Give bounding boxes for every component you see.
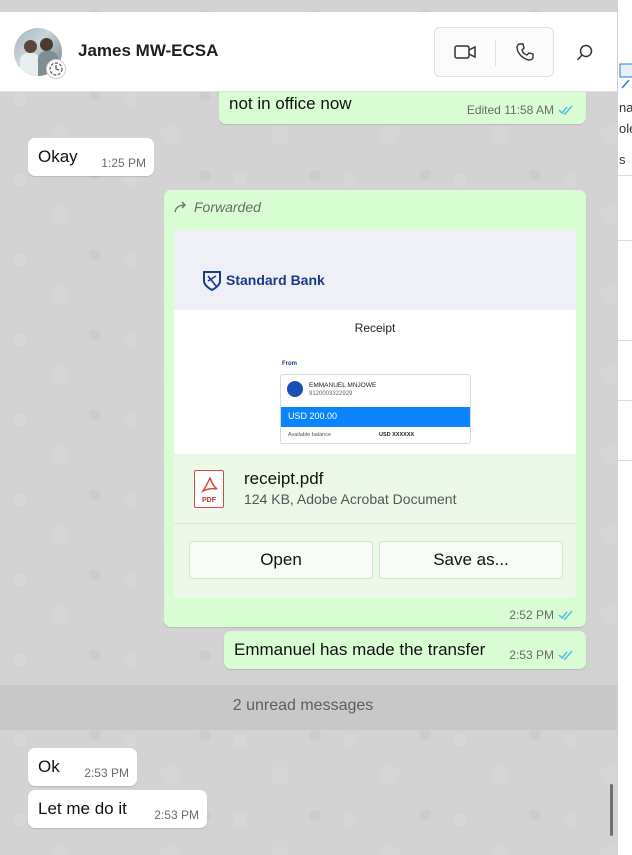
message-incoming[interactable]: Let me do it 2:53 PM [28, 790, 207, 828]
message-time: Edited 11:58 AM [466, 103, 554, 117]
grid-line [618, 460, 632, 461]
grid-line [618, 400, 632, 401]
avatar-person-head [40, 38, 53, 51]
message-text: not in office now [229, 94, 352, 113]
message-incoming[interactable]: Okay 1:25 PM [28, 138, 154, 176]
preview-header-band [174, 230, 576, 310]
message-text: Emmanuel has made the transfer [234, 640, 486, 659]
from-label: From [282, 361, 297, 367]
search-icon [576, 44, 593, 61]
message-time: 2:53 PM [509, 648, 554, 662]
pdf-label: PDF [202, 497, 216, 504]
adjacent-window-edge: na ole s [617, 0, 632, 855]
amount: USD 200.00 [288, 411, 338, 421]
message-time: 2:53 PM [154, 808, 199, 822]
double-check-icon [558, 105, 573, 115]
receipt-account-box: EMMANUEL MNJOWE 9120003322929 USD 200.00… [280, 374, 471, 444]
pdf-file-icon: PDF [194, 470, 224, 508]
forwarded-label: Forwarded [174, 199, 261, 215]
avatar-person-head [24, 40, 37, 53]
account-icon [287, 381, 303, 397]
phone-icon [516, 43, 534, 61]
message-text: Okay [38, 147, 78, 166]
grid-line [618, 240, 632, 241]
file-info-row[interactable]: PDF receipt.pdf 124 KB, Adobe Acrobat Do… [174, 454, 576, 524]
forward-arrow-icon [174, 201, 186, 213]
chat-header: James MW-ECSA [0, 12, 617, 92]
double-check-icon [558, 650, 573, 660]
document-preview[interactable]: Standard Bank Receipt From EMMANUEL MNJO… [174, 230, 576, 454]
file-name: receipt.pdf [244, 469, 324, 488]
save-as-button[interactable]: Save as... [379, 541, 563, 579]
available-balance-value: USD XXXXXX [379, 432, 415, 438]
scrollbar-thumb[interactable] [610, 784, 613, 836]
standard-bank-logo-icon [203, 271, 221, 292]
document-card[interactable]: Standard Bank Receipt From EMMANUEL MNJO… [174, 230, 576, 598]
adjacent-text: ole [619, 121, 632, 136]
unread-messages-label: 2 unread messages [232, 697, 374, 714]
forwarded-text: Forwarded [194, 199, 261, 215]
search-button[interactable] [568, 36, 602, 70]
grid-line [618, 175, 632, 176]
payer-name: EMMANUEL MNJOWE [309, 382, 377, 389]
adjacent-text: na [619, 100, 632, 115]
message-text: Ok [38, 757, 60, 776]
message-forwarded-document[interactable]: Forwarded Standard Bank Receipt From EMM… [164, 190, 586, 627]
receipt-title: Receipt [354, 321, 396, 335]
double-check-icon [558, 610, 573, 620]
message-incoming[interactable]: Ok 2:53 PM [28, 748, 137, 786]
available-balance-label: Available balance [288, 432, 332, 438]
disappearing-timer-icon [46, 59, 66, 79]
grid-line [618, 340, 632, 341]
message-meta: Edited 11:58 AM [467, 103, 574, 117]
video-call-button[interactable] [435, 28, 495, 76]
call-buttons-group [434, 27, 554, 77]
video-camera-icon [454, 45, 476, 59]
chat-pane: not in office now Edited 11:58 AM Okay 1… [0, 0, 617, 855]
open-button[interactable]: Open [189, 541, 373, 579]
message-text: Let me do it [38, 799, 127, 818]
message-outgoing[interactable]: Emmanuel has made the transfer 2:53 PM [224, 631, 586, 669]
file-details: 124 KB, Adobe Acrobat Document [244, 491, 457, 507]
contact-name[interactable]: James MW-ECSA [78, 41, 218, 61]
avatar-person-body [20, 53, 40, 76]
acrobat-icon [201, 477, 218, 493]
voice-call-button[interactable] [496, 28, 554, 76]
message-time: 1:25 PM [101, 156, 146, 170]
adjacent-text: s [619, 152, 626, 167]
message-meta: 2:53 PM [509, 648, 574, 662]
message-meta: 2:52 PM [509, 608, 574, 622]
bank-name: Standard Bank [226, 272, 325, 288]
message-time: 2:52 PM [509, 608, 554, 622]
message-time: 2:53 PM [84, 766, 129, 780]
app-icon [619, 63, 632, 89]
account-number: 9120003322929 [309, 391, 353, 397]
